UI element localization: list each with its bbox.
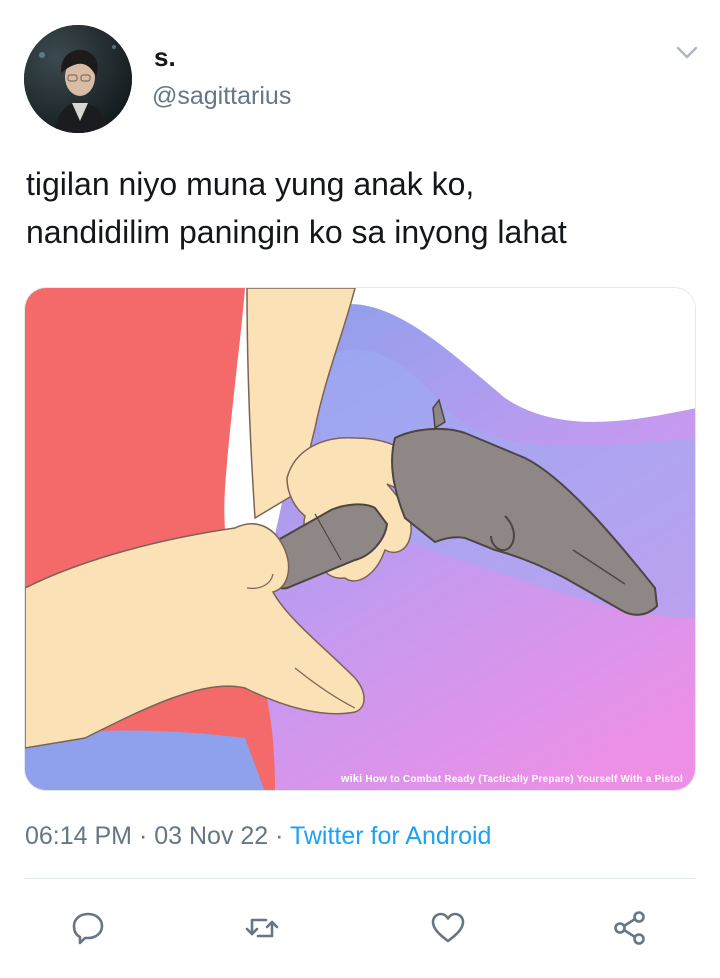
meta-separator: · [268, 822, 290, 850]
tweet-date[interactable]: 03 Nov 22 [154, 822, 268, 850]
tweet-text-line: tigilan niyo muna yung anak ko, [26, 166, 475, 202]
watermark-caption: How to Combat Ready (Tactically Prepare)… [365, 774, 683, 785]
divider [24, 878, 696, 879]
heart-icon[interactable] [426, 906, 470, 950]
tweet-actions [0, 900, 720, 954]
avatar-image [24, 25, 132, 133]
tweet-header: s. @sagittarius [0, 0, 720, 140]
tweet-time[interactable]: 06:14 PM [25, 822, 132, 850]
share-icon[interactable] [608, 906, 652, 950]
media-watermark: wiki How to Combat Ready (Tactically Pre… [341, 773, 683, 785]
watermark-brand: wiki [340, 773, 363, 785]
retweet-icon[interactable] [240, 906, 284, 950]
tweet-media[interactable]: wiki How to Combat Ready (Tactically Pre… [24, 287, 696, 791]
tweet-meta: 06:14 PM · 03 Nov 22 · Twitter for Andro… [25, 822, 491, 851]
tweet-text: tigilan niyo muna yung anak ko, nandidil… [26, 160, 696, 256]
tweet-source[interactable]: Twitter for Android [290, 822, 491, 850]
display-name[interactable]: s. [154, 42, 176, 73]
user-handle[interactable]: @sagittarius [152, 82, 291, 111]
chevron-down-icon[interactable] [674, 40, 700, 66]
tweet-text-line: nandidilim paningin ko sa inyong lahat [26, 214, 567, 250]
reply-icon[interactable] [66, 906, 110, 950]
meta-separator: · [132, 822, 155, 850]
avatar[interactable] [24, 25, 132, 133]
media-illustration [25, 288, 695, 790]
